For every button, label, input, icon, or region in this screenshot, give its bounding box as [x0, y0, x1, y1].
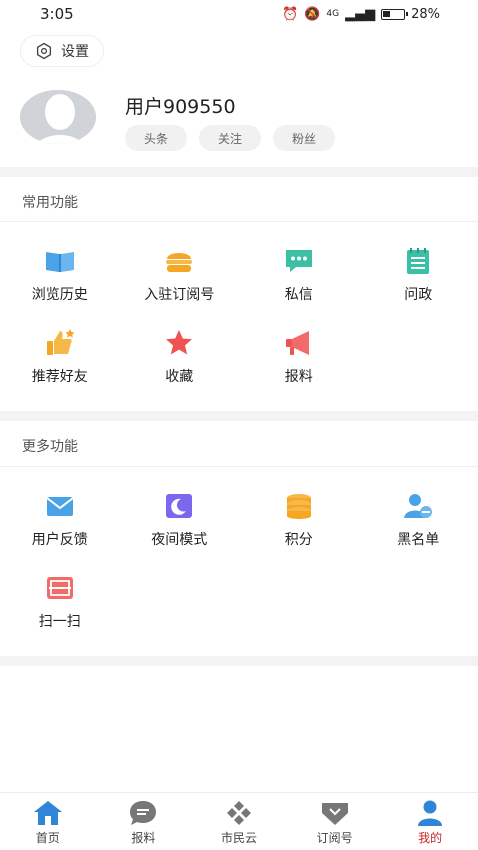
user-block-icon — [404, 494, 433, 518]
tab-home[interactable]: 首页 — [0, 793, 96, 850]
tab-label: 我的 — [418, 831, 443, 845]
tag-following[interactable]: 关注 — [199, 125, 261, 151]
network-label: 4G — [326, 9, 340, 19]
function-points[interactable]: 积分 — [239, 489, 359, 557]
chat-icon — [285, 250, 312, 272]
cloud-diamonds-icon — [226, 801, 251, 825]
status-time: 3:05 — [40, 5, 74, 23]
more-functions-grid: 用户反馈 夜间模式 积分 黑名单 扫一扫 — [0, 489, 478, 639]
mute-icon: 🔕 — [304, 6, 321, 22]
mail-icon — [46, 497, 74, 516]
book-icon — [45, 252, 74, 272]
function-scan[interactable]: 扫一扫 — [0, 571, 120, 639]
alarm-icon: ⏰ — [282, 6, 299, 22]
scan-icon — [46, 577, 73, 599]
tag-followers[interactable]: 粉丝 — [273, 125, 335, 151]
function-inquiry[interactable]: 问政 — [359, 244, 478, 312]
tab-citizen-cloud[interactable]: 市民云 — [191, 793, 287, 850]
user-icon — [418, 800, 443, 826]
function-label: 推荐好友 — [31, 369, 88, 385]
common-functions-grid: 浏览历史 入驻订阅号 私信 问政 推荐好友 收藏 报料 — [0, 244, 478, 394]
function-label: 浏览历史 — [31, 287, 88, 303]
function-blacklist[interactable]: 黑名单 — [359, 489, 478, 557]
username: 用户909550 — [125, 96, 236, 118]
function-label: 私信 — [284, 287, 313, 303]
home-icon — [33, 801, 62, 825]
heart-tag-icon — [321, 803, 348, 825]
tab-label: 订阅号 — [316, 831, 353, 845]
section-divider — [0, 167, 478, 177]
status-bar: 3:05 ⏰ 🔕 4G ▂▄▆ 28% — [0, 0, 478, 28]
tab-subscriptions[interactable]: 订阅号 — [287, 793, 383, 850]
notepad-icon — [407, 248, 430, 274]
status-icons: ⏰ 🔕 4G ▂▄▆ 28% — [282, 7, 440, 22]
function-subscribe[interactable]: 入驻订阅号 — [120, 244, 240, 312]
tab-report[interactable]: 报料 — [96, 793, 192, 850]
star-icon — [166, 330, 193, 355]
battery-icon — [381, 8, 409, 20]
function-label: 积分 — [284, 532, 313, 548]
function-favorites[interactable]: 收藏 — [120, 326, 240, 394]
gear-icon — [36, 42, 52, 60]
profile-section: 用户909550 头条 关注 粉丝 — [0, 88, 478, 166]
tab-label: 首页 — [35, 831, 60, 845]
section-divider — [0, 656, 478, 666]
settings-label: 设置 — [61, 44, 89, 60]
function-browse-history[interactable]: 浏览历史 — [0, 244, 120, 312]
function-label: 夜间模式 — [151, 532, 208, 548]
moon-icon — [166, 494, 193, 518]
burger-icon — [166, 253, 193, 272]
tab-label: 市民云 — [220, 831, 257, 845]
more-title-line — [0, 466, 478, 467]
more-functions-title: 更多功能 — [22, 439, 78, 455]
settings-button[interactable]: 设置 — [20, 35, 104, 67]
section-divider — [0, 411, 478, 421]
function-label: 入驻订阅号 — [144, 287, 215, 303]
function-label: 收藏 — [165, 369, 194, 385]
function-label: 用户反馈 — [31, 532, 88, 548]
chat-bubble-icon — [130, 801, 157, 825]
signal-icon: ▂▄▆ — [345, 6, 376, 22]
common-functions-title: 常用功能 — [22, 195, 78, 211]
battery-level: 28% — [411, 6, 440, 22]
function-night-mode[interactable]: 夜间模式 — [120, 489, 240, 557]
function-label: 扫一扫 — [38, 614, 81, 630]
function-label: 问政 — [404, 287, 433, 303]
function-report[interactable]: 报料 — [239, 326, 359, 394]
avatar-silhouette-icon — [20, 90, 96, 144]
function-feedback[interactable]: 用户反馈 — [0, 489, 120, 557]
bottom-tab-bar: 首页 报料 市民云 订阅号 我的 — [0, 792, 478, 850]
thumbs-up-icon — [46, 329, 75, 355]
megaphone-icon — [285, 331, 309, 355]
avatar[interactable] — [20, 90, 96, 144]
function-messages[interactable]: 私信 — [239, 244, 359, 312]
common-title-line — [0, 221, 478, 222]
tab-mine[interactable]: 我的 — [382, 793, 478, 850]
function-recommend-friend[interactable]: 推荐好友 — [0, 326, 120, 394]
function-label: 黑名单 — [397, 532, 440, 548]
coins-icon — [286, 494, 311, 519]
function-label: 报料 — [284, 369, 313, 385]
tab-label: 报料 — [131, 831, 156, 845]
tag-toutiao[interactable]: 头条 — [125, 125, 187, 151]
profile-tags: 头条 关注 粉丝 — [125, 125, 335, 151]
